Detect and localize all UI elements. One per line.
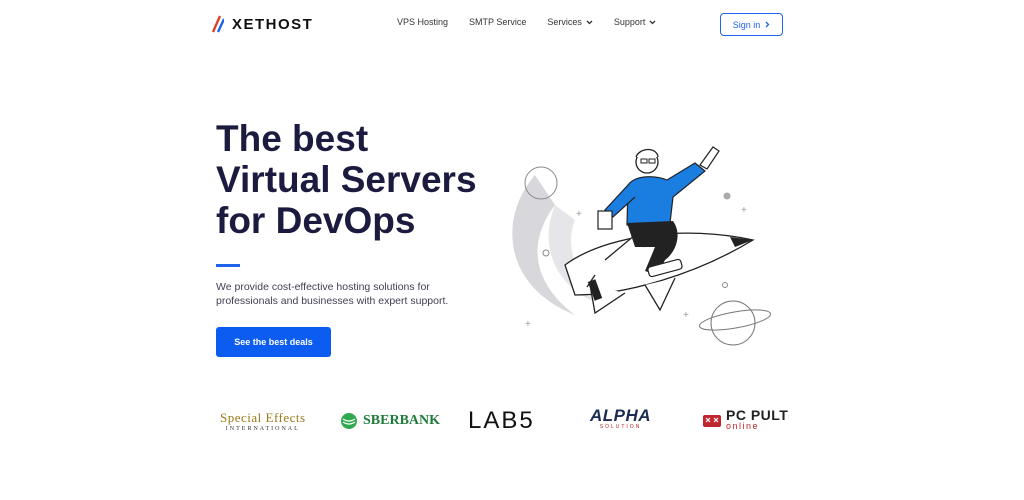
nav-label: Services [547,17,582,27]
partner-subtitle: SOLUTION [599,424,642,430]
partner-name: LAB5 [468,407,535,434]
chevron-right-icon [765,21,770,28]
partner-name: SBERBANK [363,413,441,428]
svg-text:+: + [525,319,531,330]
partner-subtitle: online [726,421,760,431]
hero-description: We provide cost-effective hosting soluti… [216,281,449,307]
partner-logo-alpha: ALPHA SOLUTION [590,406,651,436]
hero-title-line: Virtual Servers [216,159,477,200]
rocket-illustration: + + + + [512,146,771,346]
logo-text: XETHOST [232,15,314,33]
nav-label: Support [613,17,646,27]
nav-vps-hosting[interactable]: VPS Hosting [397,17,448,27]
nav-label: VPS Hosting [397,17,449,27]
partner-logo-sberbank: SBERBANK [340,406,440,436]
partner-name: PC PULT [726,407,789,423]
sign-in-label: Sign in [732,19,761,30]
nav-support[interactable]: Support [614,17,657,27]
hero-title: The best Virtual Servers for DevOps [216,118,516,241]
partner-logo-lab5: LAB5 [468,406,535,436]
partner-name: ALPHA [590,406,652,425]
logo[interactable]: XETHOST [210,14,313,34]
partner-logo-special-effects: Special Effects INTERNATIONAL [220,406,306,436]
pc-pult-logo-icon [703,415,721,427]
hero-title-line: for DevOps [216,200,416,241]
nav-services[interactable]: Services [547,17,593,27]
partner-logo-pc-pult: PC PULT online [702,406,788,436]
svg-text:+: + [741,205,747,216]
hero-title-line: The best [216,118,369,159]
accent-divider [216,264,240,267]
logo-mark-icon [211,15,224,33]
main-nav: VPS Hosting SMTP Service Services Suppor… [397,17,656,27]
svg-text:+: + [683,310,689,321]
chevron-down-icon [649,20,656,24]
page: XETHOST VPS Hosting SMTP Service Service… [0,0,1024,500]
chevron-down-icon [586,20,593,24]
partner-subtitle: INTERNATIONAL [225,426,300,432]
sign-in-button[interactable]: Sign in [720,13,783,36]
see-best-deals-button[interactable]: See the best deals [216,327,331,357]
partner-name: Special Effects [220,410,306,425]
svg-text:+: + [576,209,582,220]
nav-label: SMTP Service [469,17,527,27]
nav-smtp-service[interactable]: SMTP Service [469,17,526,27]
sberbank-logo-icon [341,413,357,429]
